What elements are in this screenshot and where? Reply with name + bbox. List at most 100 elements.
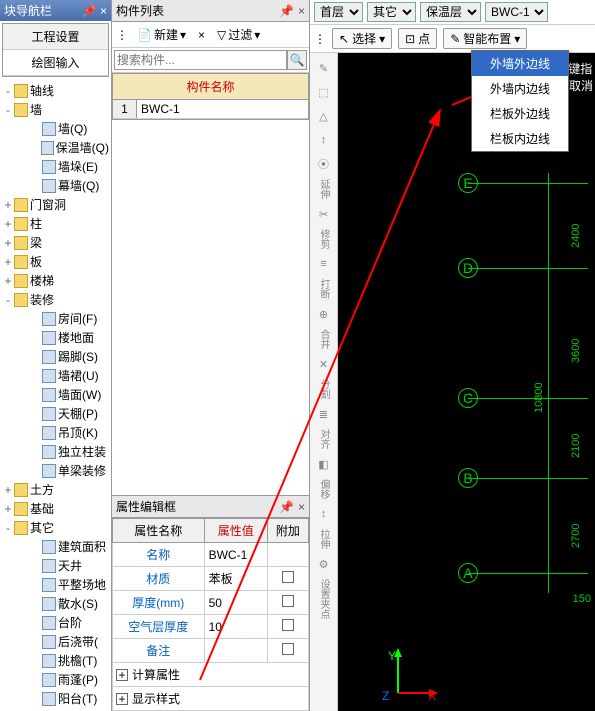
property-row[interactable]: 名称BWC-1 [113,543,309,567]
prop-pin-icon[interactable]: 📌 [279,500,294,514]
tree-item[interactable]: -轴线 [2,81,109,100]
table-row[interactable]: 1 BWC-1 [113,100,308,119]
tree-item[interactable]: +门窗洞 [2,195,109,214]
axis-line [468,183,588,184]
tree-item[interactable]: 楼地面 [2,328,109,347]
nav-tabs: 工程设置 绘图输入 [2,23,109,77]
vtool-16[interactable]: ◧ [313,453,335,475]
component-table: 构件名称 1 BWC-1 [112,73,309,120]
tree-item[interactable]: 幕墙(Q) [2,176,109,195]
smart-layout-button[interactable]: ✎智能布置▾ [443,28,527,49]
component-table-header: 构件名称 [113,74,308,100]
type-select[interactable]: 保温层 [420,2,481,22]
vtool-3[interactable]: ↕ [313,129,335,151]
property-row[interactable]: 厚度(mm)50 [113,591,309,615]
panel-pin-icon[interactable]: 📌 [279,4,294,18]
tree-item[interactable]: 保温墙(Q) [2,138,109,157]
property-row[interactable]: 备注 [113,639,309,663]
vertical-toolbar: ✎⬚△↕⦿延伸✂修剪≡打断⊕合并✕分割≣对齐◧偏移↕拉伸⚙设置夹点 [310,53,338,711]
tree-item[interactable]: 单梁装修 [2,461,109,480]
tree-item[interactable]: 墙(Q) [2,119,109,138]
floor-select[interactable]: 首层 [314,2,363,22]
component-toolbar: ⋮ 📄新建▾ × ▽过滤▾ [112,22,309,48]
component-name-cell[interactable]: BWC-1 [137,100,308,118]
expand-calc-props[interactable]: +计算属性 [112,663,309,687]
floor-bar: 首层 其它 保温层 BWC-1 [310,0,595,25]
tree-item[interactable]: 建筑面积 [2,537,109,556]
tree-item[interactable]: +土方 [2,480,109,499]
tree-item[interactable]: -墙 [2,100,109,119]
component-list-title: 构件列表 [116,2,164,19]
point-button[interactable]: ⊡点 [398,28,437,49]
menu-outer-wall-inner[interactable]: 外墙内边线 [472,76,568,101]
axis-label-d: D [458,258,478,278]
row-number: 1 [113,100,137,118]
component-list-header: 构件列表 📌 × [112,0,309,22]
tree-item[interactable]: 独立柱装 [2,442,109,461]
tree-item[interactable]: 后浇带( [2,632,109,651]
tree-item[interactable]: +楼梯 [2,271,109,290]
tree-item[interactable]: 挑檐(T) [2,651,109,670]
vtool-20[interactable]: ⚙ [313,553,335,575]
tree-item[interactable]: +板 [2,252,109,271]
vtool-10[interactable]: ⊕ [313,303,335,325]
tree-item[interactable]: 吊顶(K) [2,423,109,442]
prop-close-icon[interactable]: × [298,500,305,514]
delete-button[interactable]: × [195,27,208,43]
vtool-12[interactable]: ✕ [313,353,335,375]
tree-item[interactable]: 阳台(T) [2,689,109,708]
nav-pin-icon[interactable]: 📌 [82,4,97,18]
tree-item[interactable]: +梁 [2,233,109,252]
dim-label: 3600 [570,339,582,363]
panel-close-icon[interactable]: × [298,4,305,18]
middle-panel: 构件列表 📌× ⋮ 📄新建▾ × ▽过滤▾ 🔍 构件名称 1 BWC-1 属性编… [112,0,310,711]
tab-project-settings[interactable]: 工程设置 [3,24,108,50]
property-row[interactable]: 材质苯板 [113,567,309,591]
tab-draw-input[interactable]: 绘图输入 [3,50,108,76]
search-input[interactable] [114,50,287,70]
dim-label: 2100 [570,434,582,458]
tree-item[interactable]: -其它 [2,518,109,537]
menu-rail-outer[interactable]: 栏板外边线 [472,101,568,126]
new-button[interactable]: 📄新建▾ [134,25,189,44]
vtool-18[interactable]: ↕ [313,503,335,525]
select-button[interactable]: ↖选择▾ [332,28,392,49]
filter-button[interactable]: ▽过滤▾ [214,25,263,44]
nav-tree: -轴线-墙墙(Q)保温墙(Q)墙垛(E)幕墙(Q)+门窗洞+柱+梁+板+楼梯-装… [0,79,111,711]
tree-item[interactable]: 天棚(P) [2,404,109,423]
component-select[interactable]: BWC-1 [485,2,548,22]
tree-item[interactable]: 雨蓬(P) [2,670,109,689]
axis-label-b: B [458,468,478,488]
property-row[interactable]: 空气层厚度10 [113,615,309,639]
right-panel: 首层 其它 保温层 BWC-1 ⋮ ↖选择▾ ⊡点 ✎智能布置▾ 外墙外边线 外… [310,0,595,711]
menu-outer-wall-outer[interactable]: 外墙外边线 [472,51,568,76]
search-button[interactable]: 🔍 [287,50,307,70]
tree-item[interactable]: 天井 [2,556,109,575]
draw-toolbar: ⋮ ↖选择▾ ⊡点 ✎智能布置▾ [310,25,595,53]
tree-item[interactable]: 墙垛(E) [2,157,109,176]
vtool-8[interactable]: ≡ [313,253,335,275]
vtool-1[interactable]: ⬚ [313,81,335,103]
tree-item[interactable]: 房间(F) [2,309,109,328]
vtool-6[interactable]: ✂ [313,203,335,225]
category-select[interactable]: 其它 [367,2,416,22]
tree-item[interactable]: +柱 [2,214,109,233]
tree-item[interactable]: 平整场地 [2,575,109,594]
tree-item[interactable]: -装修 [2,290,109,309]
vtool-0[interactable]: ✎ [313,57,335,79]
menu-rail-inner[interactable]: 栏板内边线 [472,126,568,151]
nav-close-icon[interactable]: × [100,4,107,18]
tree-item[interactable]: 散水(S) [2,594,109,613]
tree-item[interactable]: +基础 [2,499,109,518]
tree-item[interactable]: 台阶 [2,613,109,632]
property-table: 属性名称 属性值 附加 名称BWC-1材质苯板厚度(mm)50空气层厚度10备注 [112,518,309,663]
tree-item[interactable]: 墙面(W) [2,385,109,404]
vtool-7: 修剪 [316,229,331,249]
vtool-4[interactable]: ⦿ [313,153,335,175]
vtool-2[interactable]: △ [313,105,335,127]
smart-layout-menu: 外墙外边线 外墙内边线 栏板外边线 栏板内边线 [471,50,569,152]
tree-item[interactable]: 墙裙(U) [2,366,109,385]
tree-item[interactable]: 踢脚(S) [2,347,109,366]
vtool-14[interactable]: ≣ [313,403,335,425]
expand-display-style[interactable]: +显示样式 [112,687,309,711]
